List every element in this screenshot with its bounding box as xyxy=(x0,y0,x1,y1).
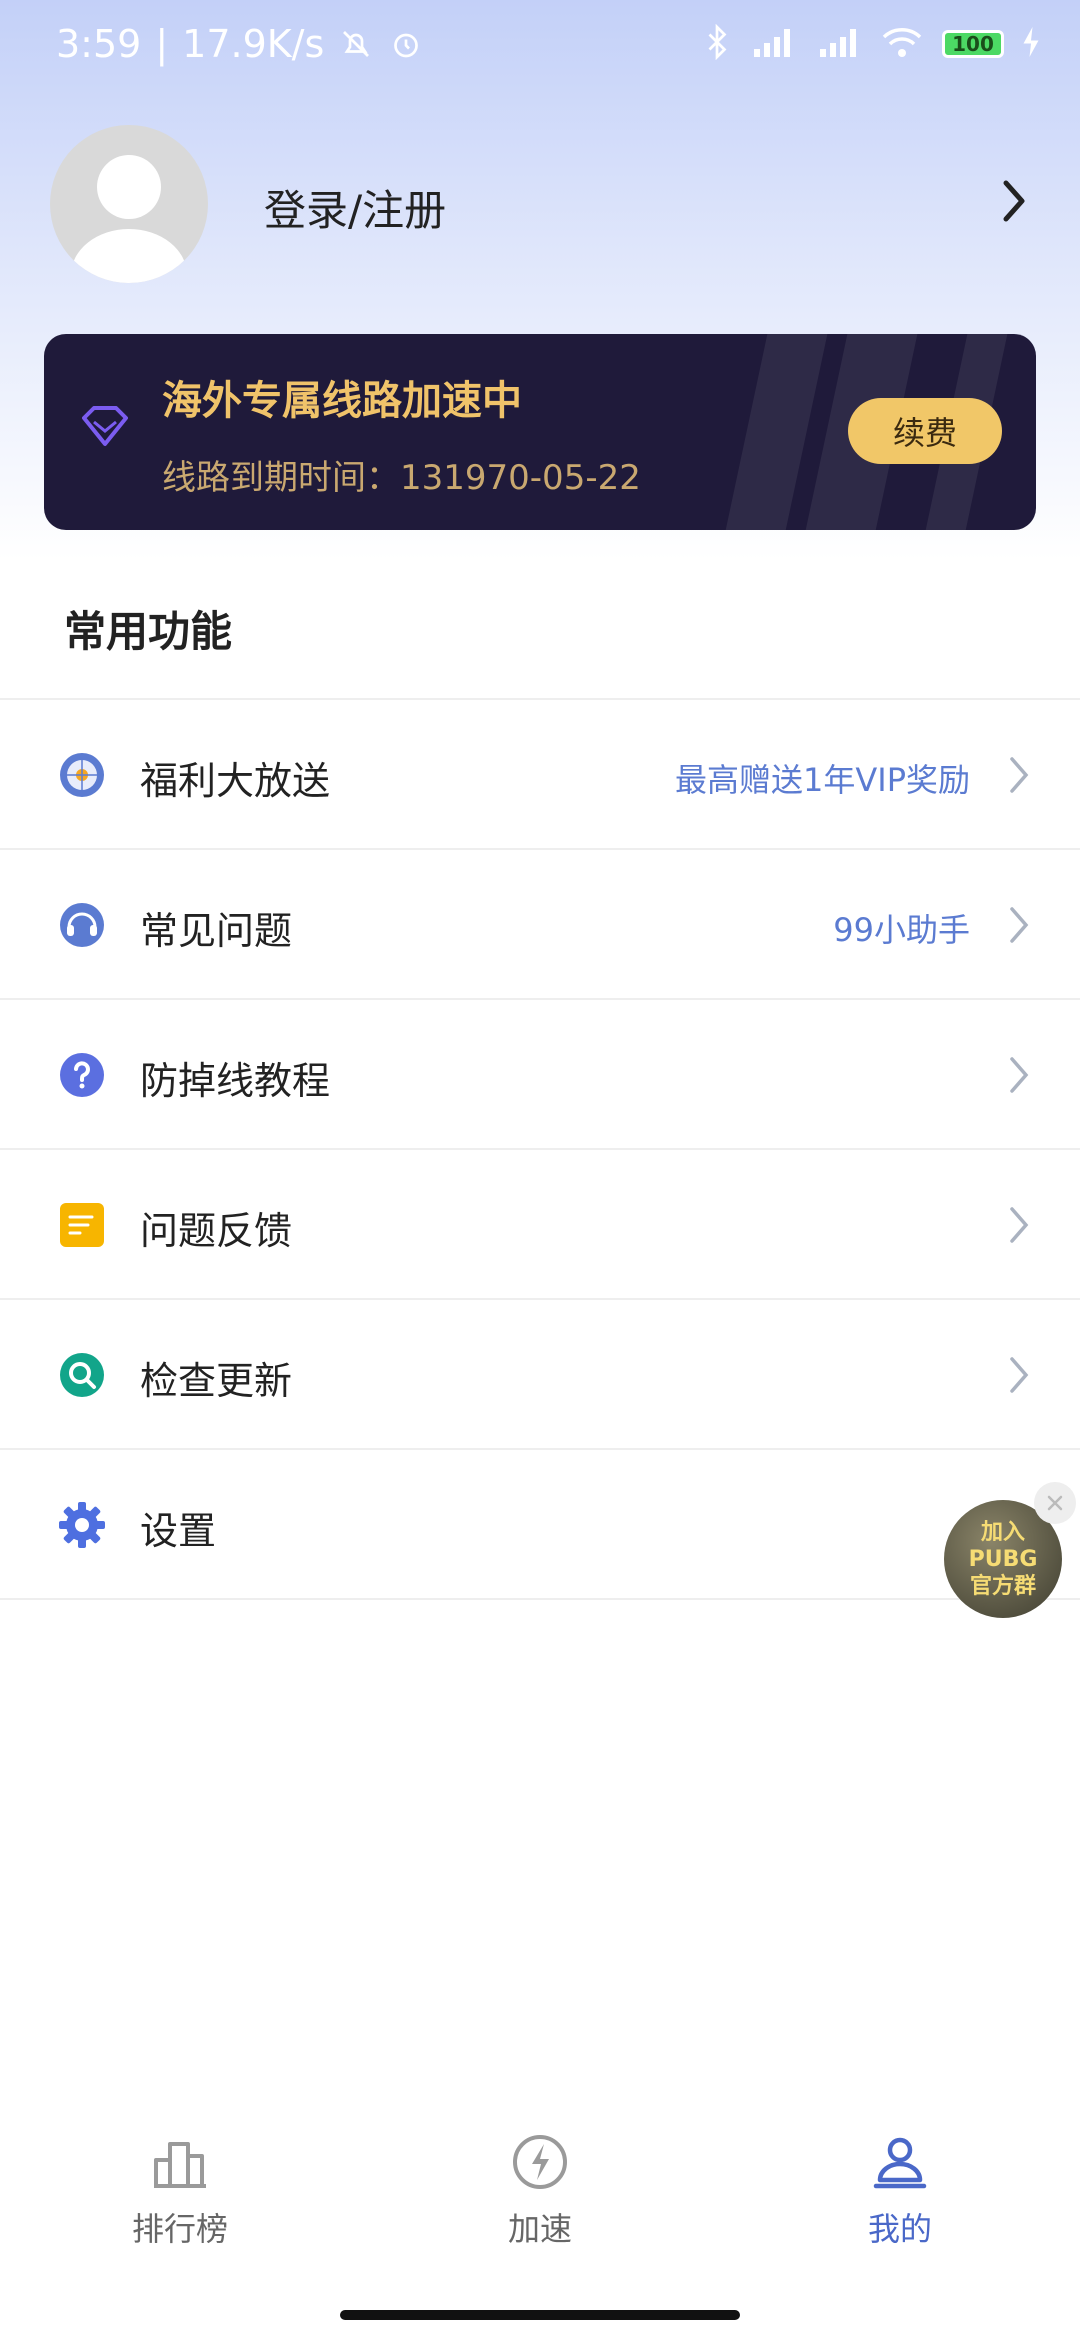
section-title: 常用功能 xyxy=(64,607,233,656)
vip-status-card: 海外专属线路加速中 线路到期时间：131970-05-22 续费 xyxy=(44,334,1036,530)
diamond-icon xyxy=(80,404,130,452)
menu-item-extra: 99小助手 xyxy=(833,911,970,949)
login-register-link[interactable]: 登录/注册 xyxy=(264,177,446,238)
nav-tab-ranking[interactable]: 排行榜 xyxy=(60,2130,300,2270)
chevron-right-icon xyxy=(1008,905,1030,949)
alarm-icon xyxy=(388,26,424,62)
menu-item-label: 常见问题 xyxy=(140,909,293,953)
chevron-right-icon xyxy=(1008,1205,1030,1249)
status-divider: | xyxy=(155,22,169,66)
menu-item-label: 设置 xyxy=(140,1509,217,1553)
battery-indicator: 100 xyxy=(942,30,1004,58)
menu-item-feedback[interactable]: 问题反馈 xyxy=(0,1150,1080,1300)
chevron-right-icon[interactable] xyxy=(1000,177,1030,229)
bluetooth-icon xyxy=(704,23,730,64)
menu-item-extra: 最高赠送1年VIP奖励 xyxy=(675,761,970,799)
profile-login-row[interactable]: 登录/注册 xyxy=(50,125,1030,285)
feature-menu: 福利大放送 最高赠送1年VIP奖励 常见问题 99小助手 防掉线教程 问题反馈 xyxy=(0,698,1080,1600)
ranking-icon xyxy=(60,2130,300,2198)
chevron-right-icon xyxy=(1008,755,1030,799)
nav-label: 排行榜 xyxy=(131,2210,228,2248)
menu-item-faq[interactable]: 常见问题 99小助手 xyxy=(0,850,1080,1000)
menu-item-label: 问题反馈 xyxy=(140,1209,293,1253)
gift-wheel-icon xyxy=(58,751,106,799)
menu-item-tutorial[interactable]: 防掉线教程 xyxy=(0,1000,1080,1150)
chevron-right-icon xyxy=(1008,1355,1030,1399)
wifi-icon xyxy=(880,25,924,63)
badge-line: 加入 xyxy=(980,1519,1025,1545)
status-bar: 3:59 | 17.9K/s 100 xyxy=(0,0,1080,96)
nav-tab-mine[interactable]: 我的 xyxy=(780,2130,1020,2270)
renew-button[interactable]: 续费 xyxy=(848,398,1002,464)
vip-expire-date: 线路到期时间：131970-05-22 xyxy=(162,458,641,498)
menu-item-label: 防掉线教程 xyxy=(140,1059,331,1103)
bell-off-icon xyxy=(338,26,374,62)
close-icon[interactable] xyxy=(1034,1482,1076,1524)
badge-line: 官方群 xyxy=(969,1573,1036,1599)
menu-item-welfare[interactable]: 福利大放送 最高赠送1年VIP奖励 xyxy=(0,700,1080,850)
status-left: 3:59 | 17.9K/s xyxy=(56,22,424,66)
search-update-icon xyxy=(58,1351,106,1399)
nav-tab-boost[interactable]: 加速 xyxy=(420,2130,660,2270)
default-avatar-icon xyxy=(71,155,187,283)
menu-item-settings[interactable]: 设置 xyxy=(0,1450,1080,1600)
signal-hd-icon xyxy=(748,25,796,63)
charging-icon xyxy=(1022,27,1040,61)
menu-item-label: 福利大放送 xyxy=(140,759,331,803)
chevron-right-icon xyxy=(1008,1055,1030,1099)
headset-icon xyxy=(58,901,106,949)
home-indicator[interactable] xyxy=(340,2310,740,2320)
menu-item-label: 检查更新 xyxy=(140,1359,293,1403)
boost-icon xyxy=(420,2130,660,2198)
bottom-nav: 排行榜 加速 我的 xyxy=(0,2130,1080,2290)
gear-icon xyxy=(58,1501,106,1549)
badge-line: PUBG xyxy=(968,1546,1038,1572)
status-speed: 17.9K/s xyxy=(182,22,325,66)
nav-label: 加速 xyxy=(507,2210,572,2248)
avatar[interactable] xyxy=(50,125,208,283)
status-time: 3:59 xyxy=(56,22,142,66)
nav-label: 我的 xyxy=(867,2210,932,2248)
status-right: 100 xyxy=(704,23,1040,64)
note-icon xyxy=(58,1201,106,1249)
profile-icon xyxy=(780,2130,1020,2198)
signal-icon xyxy=(814,25,862,63)
menu-item-check-update[interactable]: 检查更新 xyxy=(0,1300,1080,1450)
question-icon xyxy=(58,1051,106,1099)
vip-title: 海外专属线路加速中 xyxy=(162,378,522,424)
